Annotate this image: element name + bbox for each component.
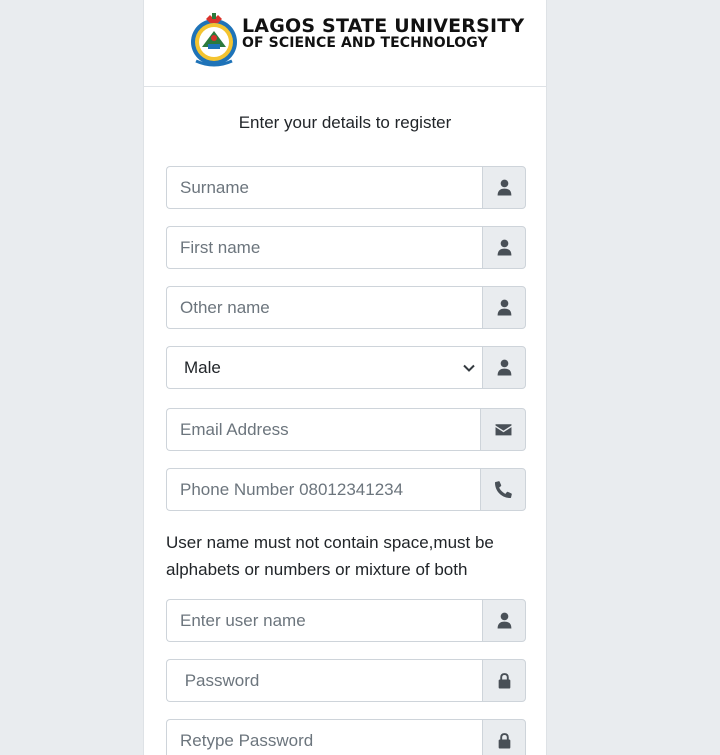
gender-addon: [482, 346, 526, 389]
othername-input[interactable]: [166, 286, 482, 329]
user-icon: [497, 299, 511, 316]
username-group: [166, 599, 526, 642]
gender-group: Male: [166, 346, 526, 389]
password-addon: [482, 659, 526, 702]
user-icon: [497, 179, 511, 196]
email-group: [166, 408, 526, 451]
othername-group: [166, 286, 526, 329]
user-icon: [497, 612, 511, 629]
email-input[interactable]: [166, 408, 480, 451]
lock-icon: [498, 733, 510, 749]
firstname-addon: [482, 226, 526, 269]
registration-form: Enter your details to register Male: [144, 112, 546, 755]
register-card: LAGOS STATE UNIVERSITY OF SCIENCE AND TE…: [143, 0, 547, 755]
lock-icon: [498, 673, 510, 689]
university-name: LAGOS STATE UNIVERSITY OF SCIENCE AND TE…: [242, 16, 524, 51]
retype-password-input[interactable]: [166, 719, 482, 755]
gender-selected-value: Male: [184, 358, 221, 377]
envelope-icon: [495, 424, 511, 436]
retype-password-group: [166, 719, 526, 755]
chevron-down-icon: [463, 364, 475, 372]
firstname-group: [166, 226, 526, 269]
gender-select[interactable]: Male: [166, 346, 482, 389]
othername-addon: [482, 286, 526, 329]
password-input[interactable]: [166, 659, 482, 702]
surname-addon: [482, 166, 526, 209]
password-group: [166, 659, 526, 702]
university-name-line1: LAGOS STATE UNIVERSITY: [242, 15, 525, 37]
phone-icon: [494, 481, 512, 498]
form-intro: Enter your details to register: [238, 113, 452, 132]
firstname-input[interactable]: [166, 226, 482, 269]
phone-input[interactable]: [166, 468, 480, 511]
user-icon: [497, 359, 511, 376]
user-icon: [497, 239, 511, 256]
username-input[interactable]: [166, 599, 482, 642]
retype-password-addon: [482, 719, 526, 755]
email-addon: [480, 408, 526, 451]
phone-addon: [480, 468, 526, 511]
university-name-line2: OF SCIENCE AND TECHNOLOGY: [242, 35, 488, 51]
username-rules-note: User name must not contain space,must be…: [166, 533, 494, 579]
university-logo: [191, 13, 237, 67]
username-addon: [482, 599, 526, 642]
surname-group: [166, 166, 526, 209]
surname-input[interactable]: [166, 166, 482, 209]
card-header: LAGOS STATE UNIVERSITY OF SCIENCE AND TE…: [144, 0, 546, 87]
phone-group: [166, 468, 526, 511]
